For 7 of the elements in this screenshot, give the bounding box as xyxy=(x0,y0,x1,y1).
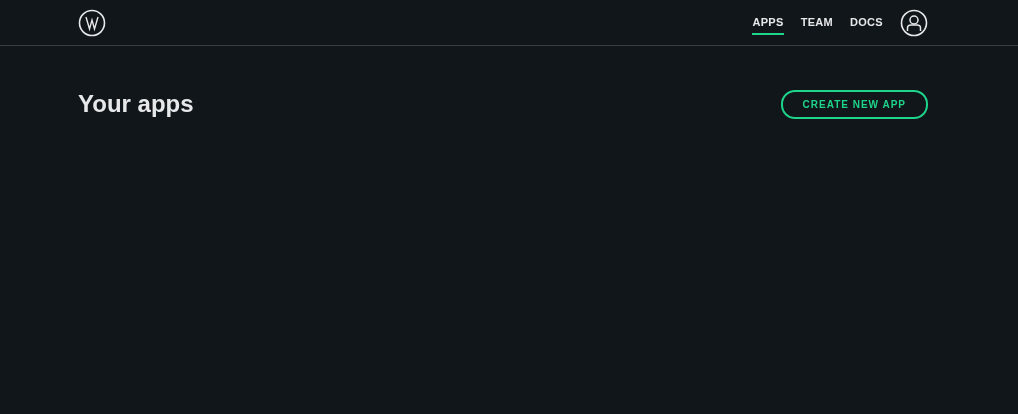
nav-tab[interactable]: APPS xyxy=(752,9,784,36)
create-app-button[interactable]: CREATE NEW APP xyxy=(780,90,928,119)
profile-icon[interactable] xyxy=(900,8,928,37)
page-title: Your apps xyxy=(78,90,194,119)
logo-icon[interactable] xyxy=(78,8,106,37)
nav-tab[interactable]: DOCS xyxy=(850,9,883,36)
nav-tab[interactable]: TEAM xyxy=(800,9,833,36)
